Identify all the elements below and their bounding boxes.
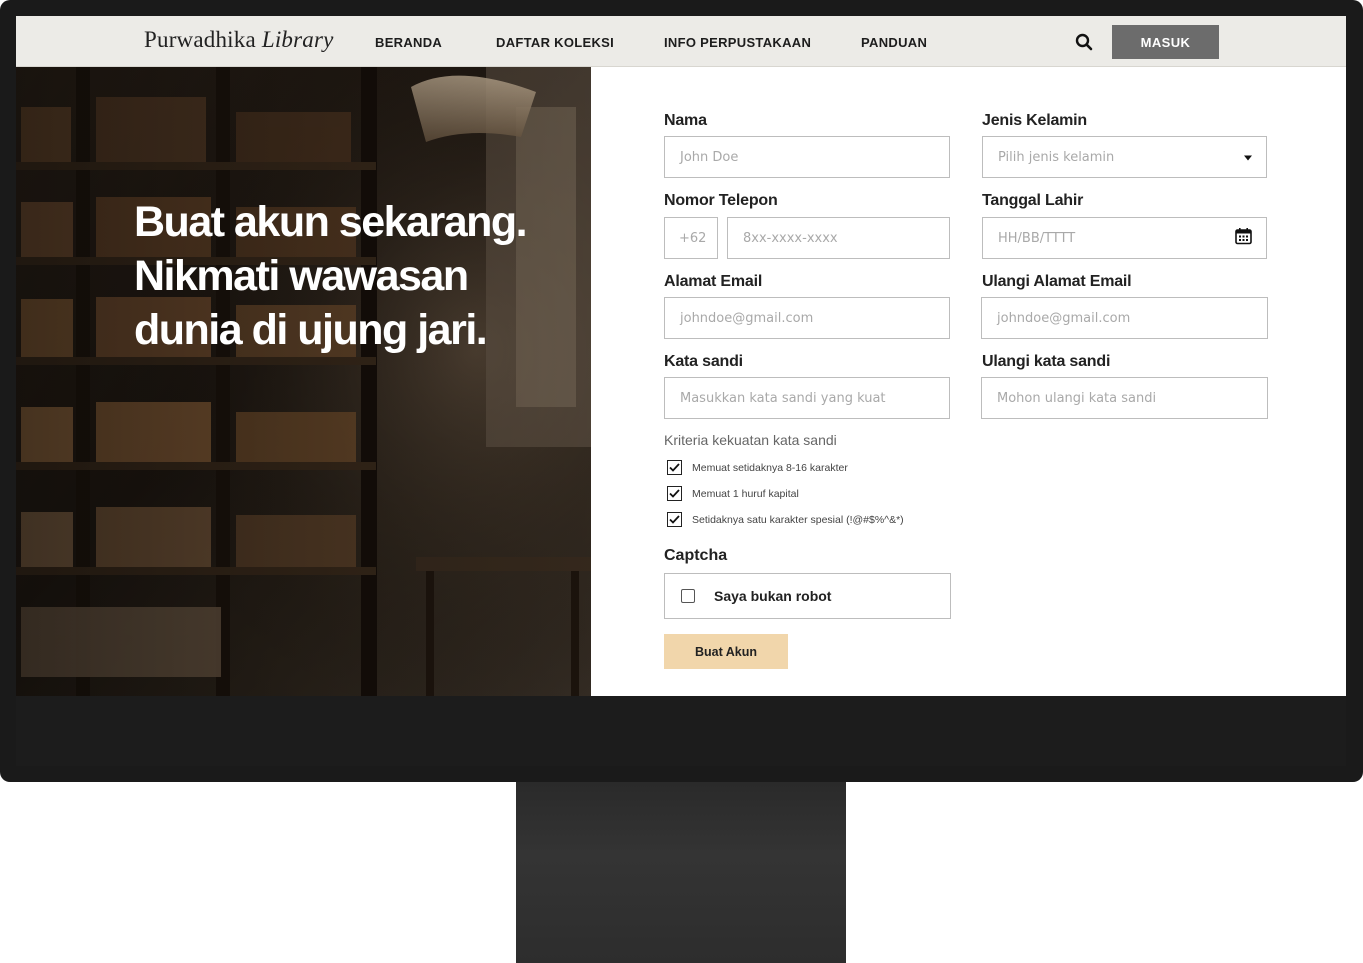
hero-heading: Buat akun sekarang. Nikmati wawasan duni…: [134, 195, 574, 357]
nav-link-beranda[interactable]: BERANDA: [375, 35, 442, 50]
password-repeat-input[interactable]: Mohon ulangi kata sandi: [981, 377, 1268, 419]
checkbox-checked-icon: [667, 460, 682, 475]
captcha-text: Saya bukan robot: [714, 588, 832, 604]
phone-country-code[interactable]: +62: [664, 217, 718, 259]
hero-image: Buat akun sekarang. Nikmati wawasan duni…: [16, 67, 591, 696]
logo-main-text: Purwadhika: [144, 27, 256, 52]
birthdate-label: Tanggal Lahir: [982, 192, 1084, 209]
monitor-frame: Purwadhika Library BERANDA DAFTAR KOLEKS…: [0, 0, 1363, 782]
phone-input[interactable]: 8xx-xxxx-xxxx: [727, 217, 950, 259]
email-label: Alamat Email: [664, 273, 763, 290]
calendar-icon[interactable]: [1235, 228, 1252, 249]
password-label: Kata sandi: [664, 353, 743, 370]
name-label: Nama: [664, 112, 707, 129]
gender-select-placeholder: Pilih jenis kelamin: [998, 149, 1115, 165]
checkbox-checked-icon: [667, 486, 682, 501]
criteria-text: Memuat setidaknya 8-16 karakter: [692, 461, 848, 474]
create-account-button[interactable]: Buat Akun: [664, 634, 788, 669]
chevron-down-icon: [1244, 150, 1252, 165]
captcha-widget: Saya bukan robot: [664, 573, 951, 619]
email-repeat-input[interactable]: johndoe@gmail.com: [981, 297, 1268, 339]
captcha-label: Captcha: [664, 547, 728, 564]
login-button[interactable]: MASUK: [1112, 25, 1219, 59]
phone-label: Nomor Telepon: [664, 192, 778, 209]
nav-link-daftar-koleksi[interactable]: DAFTAR KOLEKSI: [496, 35, 614, 50]
hero-line-1: Buat akun sekarang.: [134, 198, 528, 246]
site-logo[interactable]: Purwadhika Library: [144, 27, 334, 53]
checkbox-checked-icon: [667, 512, 682, 527]
password-input[interactable]: Masukkan kata sandi yang kuat: [664, 377, 950, 419]
criteria-text: Setidaknya satu karakter spesial (!@#$%^…: [692, 513, 904, 526]
gender-select[interactable]: Pilih jenis kelamin: [982, 136, 1267, 178]
criteria-item: Memuat setidaknya 8-16 karakter: [667, 460, 848, 475]
hero-overlay: [16, 67, 591, 696]
hero-line-3: dunia di ujung jari.: [134, 306, 488, 354]
hero-line-2: Nikmati wawasan: [134, 252, 469, 300]
criteria-item: Memuat 1 huruf kapital: [667, 486, 799, 501]
top-navbar: Purwadhika Library BERANDA DAFTAR KOLEKS…: [16, 16, 1346, 67]
password-criteria-title: Kriteria kekuatan kata sandi: [664, 432, 837, 448]
email-input[interactable]: johndoe@gmail.com: [664, 297, 950, 339]
nav-link-panduan[interactable]: PANDUAN: [861, 35, 927, 50]
email-repeat-label: Ulangi Alamat Email: [982, 273, 1132, 290]
criteria-item: Setidaknya satu karakter spesial (!@#$%^…: [667, 512, 904, 527]
screen: Purwadhika Library BERANDA DAFTAR KOLEKS…: [16, 16, 1346, 766]
nav-link-info-perpustakaan[interactable]: INFO PERPUSTAKAAN: [664, 35, 811, 50]
logo-italic-text: Library: [261, 27, 334, 52]
footer: [16, 696, 1346, 766]
name-input[interactable]: John Doe: [664, 136, 950, 178]
birthdate-input[interactable]: HH/BB/TTTT: [982, 217, 1267, 259]
password-repeat-label: Ulangi kata sandi: [982, 353, 1111, 370]
search-icon[interactable]: [1074, 32, 1094, 52]
captcha-checkbox[interactable]: [681, 589, 695, 603]
gender-label: Jenis Kelamin: [982, 112, 1088, 129]
birthdate-placeholder: HH/BB/TTTT: [998, 230, 1076, 246]
criteria-text: Memuat 1 huruf kapital: [692, 487, 799, 500]
monitor-stand: [516, 782, 846, 963]
register-form: Nama John Doe Jenis Kelamin Pilih jenis …: [591, 67, 1346, 696]
